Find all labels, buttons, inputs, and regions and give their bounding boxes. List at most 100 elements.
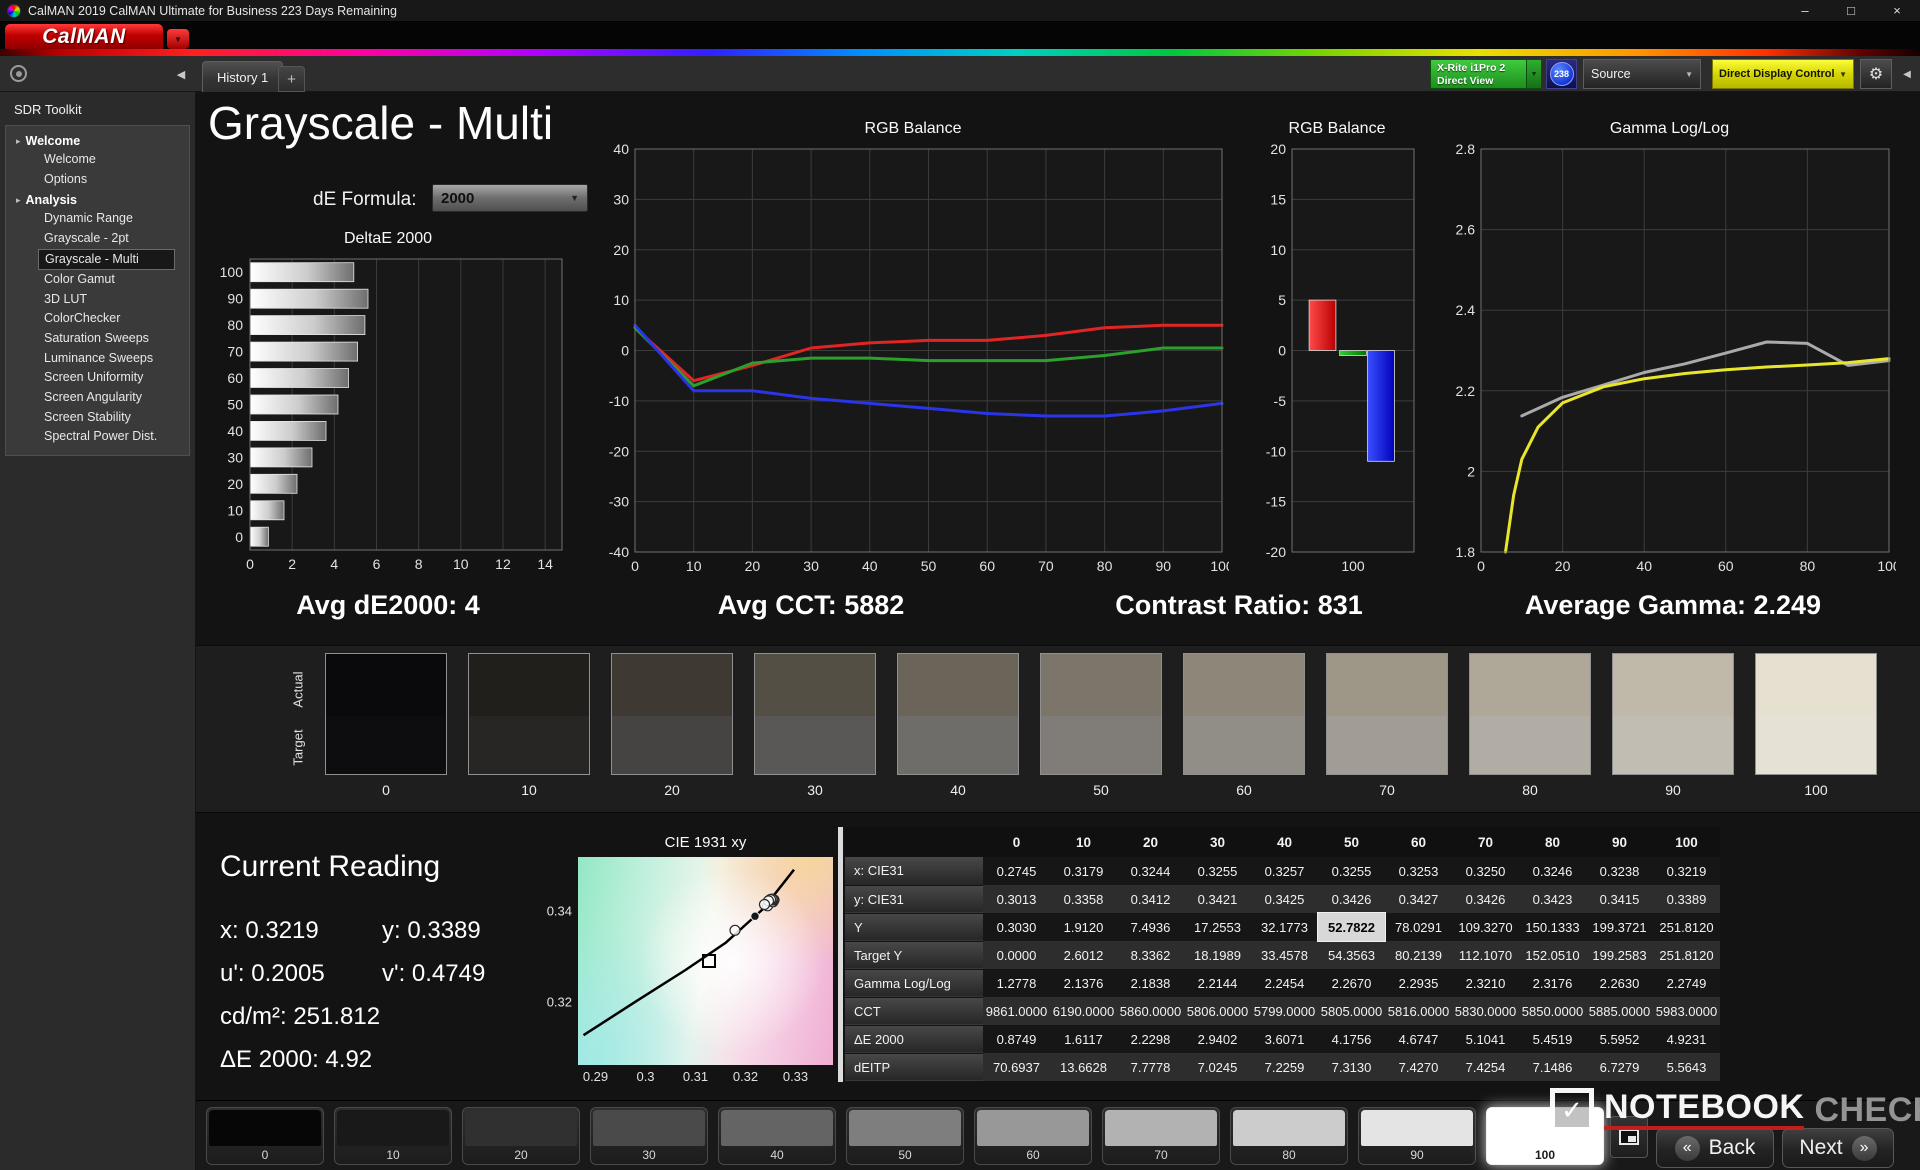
sidebar-item-color-gamut[interactable]: Color Gamut xyxy=(6,270,189,290)
chart-title: Gamma Log/Log xyxy=(1443,120,1896,144)
svg-text:4: 4 xyxy=(330,556,338,572)
swatch-box xyxy=(1469,653,1591,775)
patch-button-100[interactable]: 100 xyxy=(1486,1107,1604,1165)
chevron-down-icon: ▼ xyxy=(174,35,182,44)
table-cell: 0.3358 xyxy=(1050,885,1117,913)
table-cell: 109.3270 xyxy=(1452,913,1519,941)
patch-button-60[interactable]: 60 xyxy=(974,1107,1092,1165)
table-cell: 0.8749 xyxy=(983,1025,1050,1053)
patch-button-20[interactable]: 20 xyxy=(462,1107,580,1165)
current-reading-title: Current Reading xyxy=(220,850,485,884)
table-cell: 7.4254 xyxy=(1452,1053,1519,1081)
svg-text:20: 20 xyxy=(613,242,629,258)
table-row-deitp: dEITP70.693713.66287.77787.02457.22597.3… xyxy=(845,1053,1720,1081)
meter-select[interactable]: X-Rite i1Pro 2 Direct View ▼ xyxy=(1430,59,1542,89)
toolkit-title: SDR Toolkit xyxy=(0,92,195,123)
svg-text:50: 50 xyxy=(921,558,937,574)
table-cell: 2.1376 xyxy=(1050,969,1117,997)
table-cell: 5.1041 xyxy=(1452,1025,1519,1053)
sidebar-item-saturation-sweeps[interactable]: Saturation Sweeps xyxy=(6,329,189,349)
table-cell: 199.2583 xyxy=(1586,941,1653,969)
sidebar-group-analysis[interactable]: ▸Analysis xyxy=(6,189,189,209)
window-title: CalMAN 2019 CalMAN Ultimate for Business… xyxy=(28,4,397,18)
back-button[interactable]: « Back xyxy=(1656,1128,1774,1168)
tab-history-1[interactable]: History 1 xyxy=(202,61,283,92)
svg-text:-20: -20 xyxy=(609,443,629,459)
svg-text:2: 2 xyxy=(288,556,296,572)
patch-button-40[interactable]: 40 xyxy=(718,1107,836,1165)
patch-button-80[interactable]: 80 xyxy=(1230,1107,1348,1165)
svg-text:-15: -15 xyxy=(1266,494,1286,510)
table-cell: 4.1756 xyxy=(1318,1025,1385,1053)
table-cell: 0.2745 xyxy=(983,857,1050,885)
svg-text:20: 20 xyxy=(1555,558,1571,574)
sidebar-item-grayscale-multi[interactable]: Grayscale - Multi xyxy=(38,249,175,271)
grayscale-swatch-80: 80 xyxy=(1469,653,1591,798)
minimize-button[interactable]: – xyxy=(1782,0,1828,21)
svg-text:60: 60 xyxy=(1718,558,1734,574)
patch-label: 0 xyxy=(207,1146,323,1164)
sidebar-item-spectral-power-dist[interactable]: Spectral Power Dist. xyxy=(6,427,189,447)
table-cell: 2.9402 xyxy=(1184,1025,1251,1053)
sidebar-item-3d-lut[interactable]: 3D LUT xyxy=(6,290,189,310)
table-cell: 3.6071 xyxy=(1251,1025,1318,1053)
svg-text:0: 0 xyxy=(631,558,639,574)
swatch-label: 80 xyxy=(1469,782,1591,798)
source-select[interactable]: Source ▼ xyxy=(1583,59,1701,89)
sidebar-item-welcome[interactable]: Welcome xyxy=(6,150,189,170)
svg-text:0: 0 xyxy=(235,529,243,545)
grayscale-swatch-40: 40 xyxy=(897,653,1019,798)
svg-text:60: 60 xyxy=(227,370,243,386)
svg-text:-10: -10 xyxy=(609,393,629,409)
sidebar-item-luminance-sweeps[interactable]: Luminance Sweeps xyxy=(6,349,189,369)
collapse-sidebar-button[interactable]: ◀ xyxy=(172,64,190,84)
calman-logo[interactable]: CalMAN xyxy=(5,24,163,49)
table-cell: 0.3412 xyxy=(1117,885,1184,913)
patch-window-button[interactable] xyxy=(1610,1116,1648,1158)
table-cell: 2.2454 xyxy=(1251,969,1318,997)
close-button[interactable]: × xyxy=(1874,0,1920,21)
collapse-panel-button[interactable]: ◀ xyxy=(1896,59,1918,89)
display-control-select[interactable]: Direct Display Control ▼ xyxy=(1712,59,1854,89)
table-row-x-cie31: x: CIE310.27450.31790.32440.32550.32570.… xyxy=(845,857,1720,885)
svg-text:2.2: 2.2 xyxy=(1456,383,1476,399)
sidebar-item-screen-stability[interactable]: Screen Stability xyxy=(6,408,189,428)
sidebar-item-grayscale-2pt[interactable]: Grayscale - 2pt xyxy=(6,229,189,249)
table-cell: 2.2298 xyxy=(1117,1025,1184,1053)
de-formula-select[interactable]: 2000 ▼ xyxy=(432,184,588,212)
table-cell[interactable]: 52.7822 xyxy=(1318,913,1385,941)
patch-label: 20 xyxy=(463,1146,579,1164)
sidebar-item-screen-angularity[interactable]: Screen Angularity xyxy=(6,388,189,408)
settings-button[interactable]: ⚙ xyxy=(1860,59,1892,89)
table-cell: 5830.0000 xyxy=(1452,997,1519,1025)
sidebar-group-welcome[interactable]: ▸Welcome xyxy=(6,130,189,150)
table-row-target-y: Target Y0.00002.60128.336218.198933.4578… xyxy=(845,941,1720,969)
logo-menu-button[interactable]: ▼ xyxy=(167,29,189,49)
table-cell: 54.3563 xyxy=(1318,941,1385,969)
maximize-button[interactable]: □ xyxy=(1828,0,1874,21)
toolkit-menu-button[interactable] xyxy=(10,65,27,82)
patch-button-90[interactable]: 90 xyxy=(1358,1107,1476,1165)
patch-button-10[interactable]: 10 xyxy=(334,1107,452,1165)
sidebar-item-colorchecker[interactable]: ColorChecker xyxy=(6,309,189,329)
patch-button-0[interactable]: 0 xyxy=(206,1107,324,1165)
next-button[interactable]: Next » xyxy=(1782,1128,1894,1168)
sidebar-item-options[interactable]: Options xyxy=(6,170,189,190)
table-cell: 5806.0000 xyxy=(1184,997,1251,1025)
de-formula-label: dE Formula: xyxy=(313,189,416,211)
patch-button-50[interactable]: 50 xyxy=(846,1107,964,1165)
sidebar-item-screen-uniformity[interactable]: Screen Uniformity xyxy=(6,368,189,388)
grayscale-swatch-30: 30 xyxy=(754,653,876,798)
next-chevron-icon: » xyxy=(1852,1136,1877,1161)
table-cell: 5816.0000 xyxy=(1385,997,1452,1025)
svg-text:0: 0 xyxy=(1278,343,1286,359)
patch-button-30[interactable]: 30 xyxy=(590,1107,708,1165)
table-cell: 0.3179 xyxy=(1050,857,1117,885)
sidebar-item-dynamic-range[interactable]: Dynamic Range xyxy=(6,209,189,229)
table-cell: 6190.0000 xyxy=(1050,997,1117,1025)
patch-button-70[interactable]: 70 xyxy=(1102,1107,1220,1165)
table-cell: 17.2553 xyxy=(1184,913,1251,941)
sidebar-tree: ▸WelcomeWelcomeOptions▸AnalysisDynamic R… xyxy=(5,125,190,456)
add-tab-button[interactable]: + xyxy=(278,66,305,92)
deltae-chart-plot: 024681012141009080706050403020100 xyxy=(206,254,570,578)
